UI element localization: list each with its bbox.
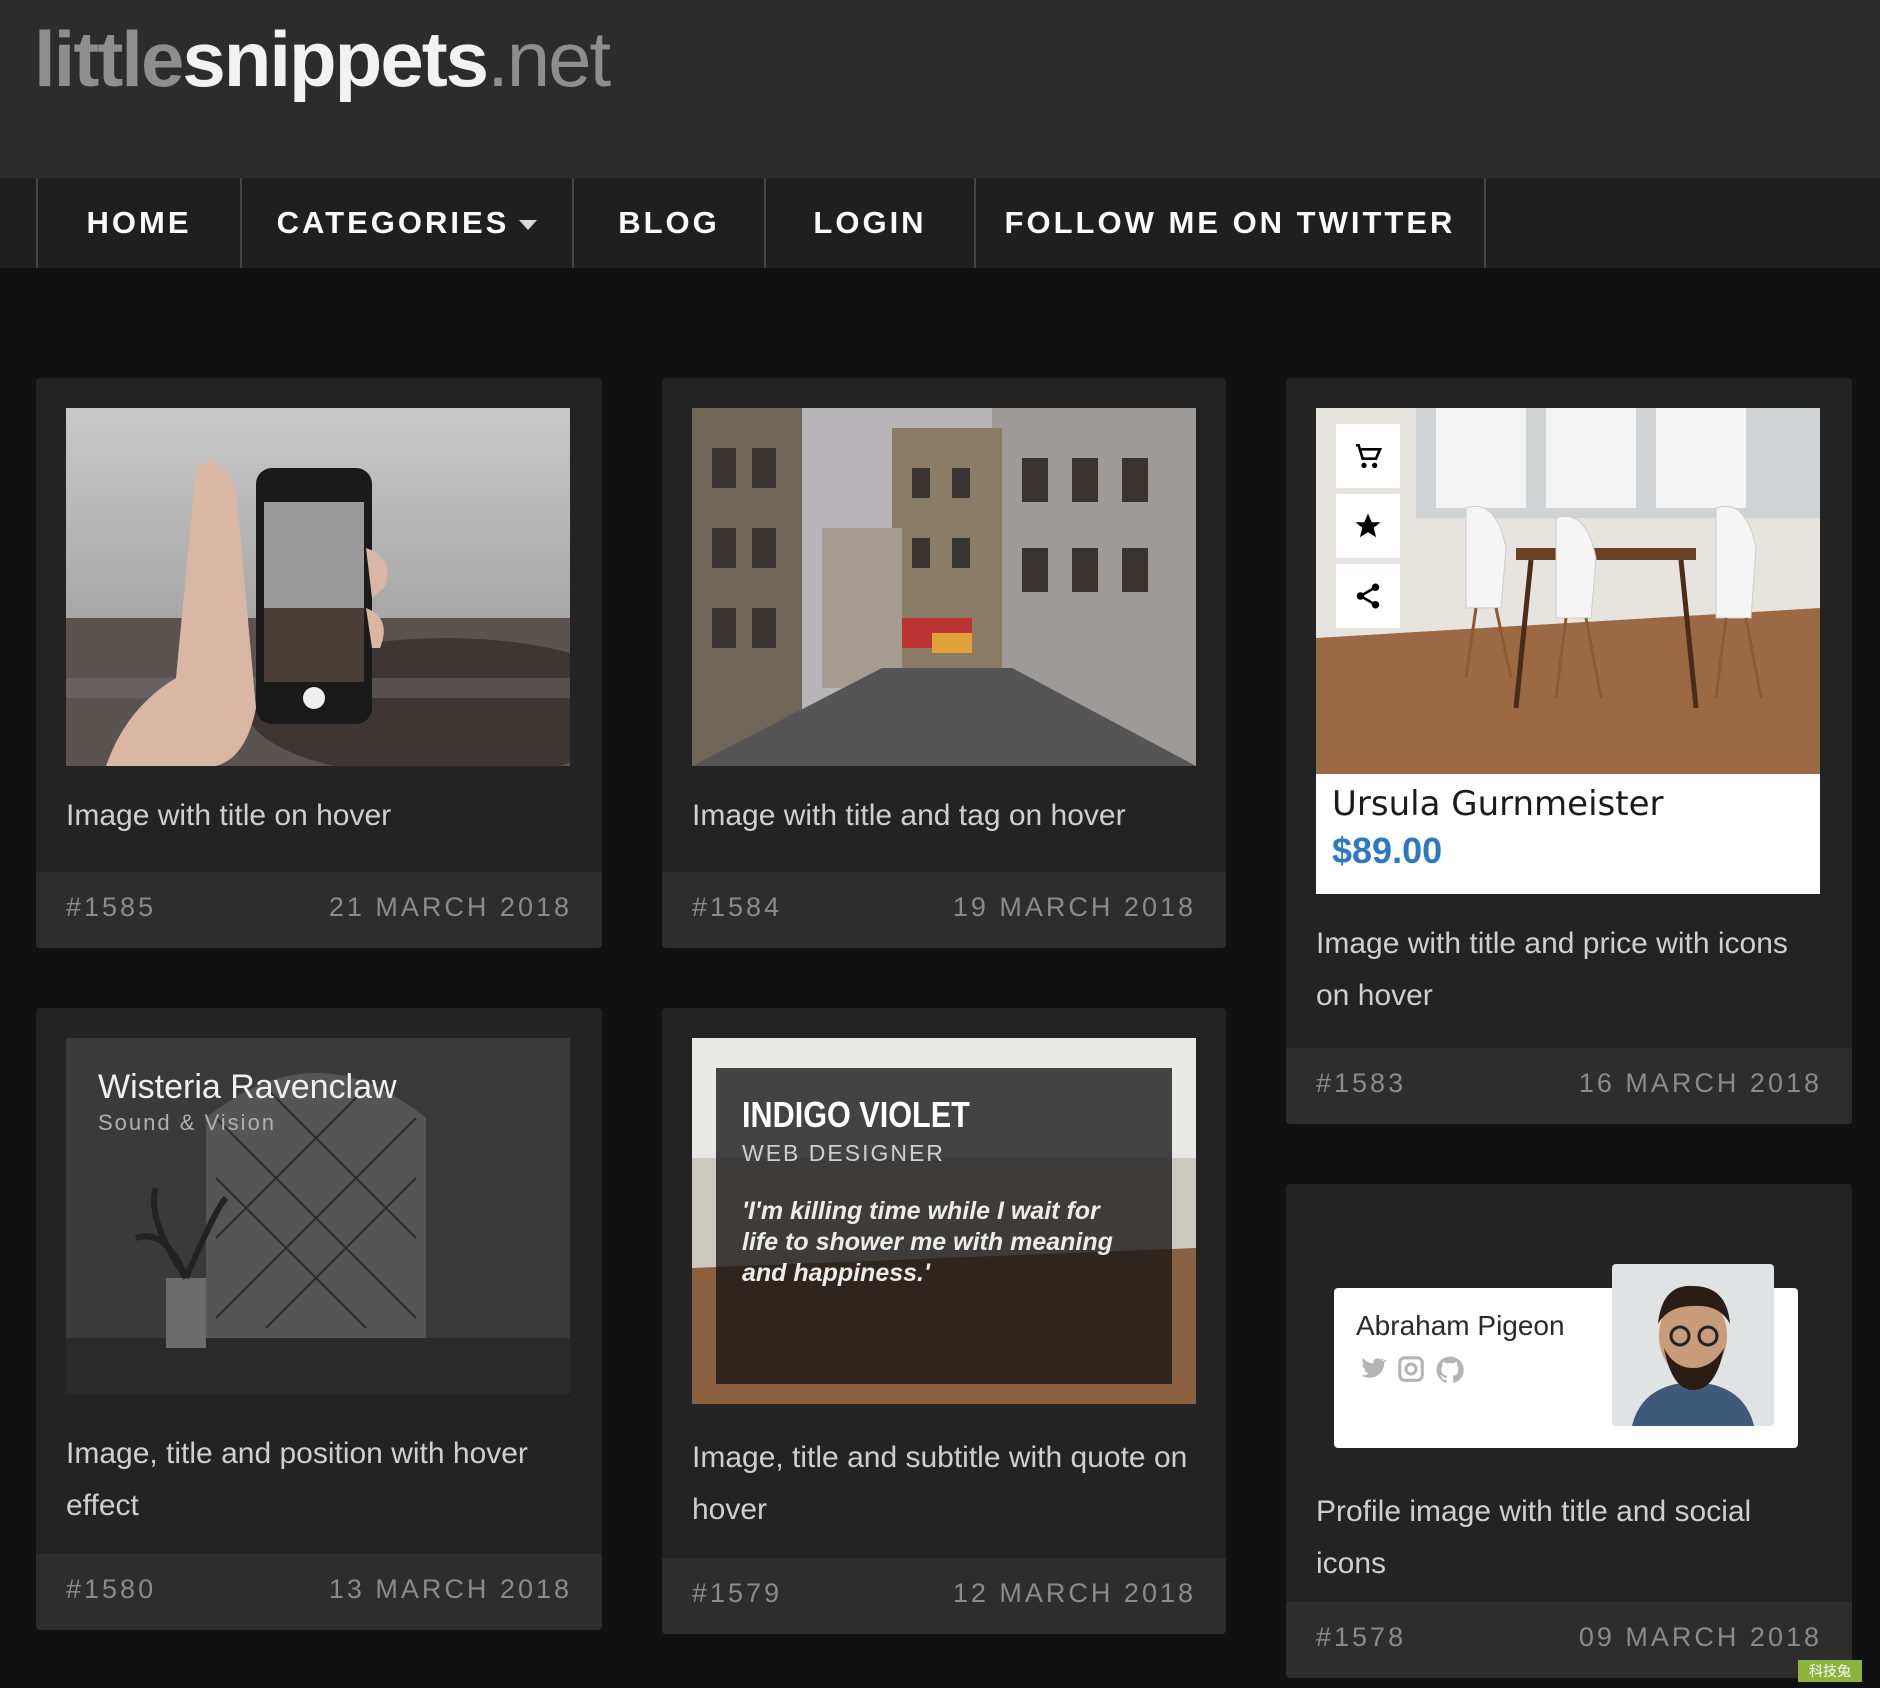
nav-home[interactable]: HOME — [36, 178, 240, 268]
card-date: 16 MARCH 2018 — [1578, 1068, 1822, 1098]
card-number: #1580 — [66, 1574, 157, 1604]
site-header: littlesnippets.net — [0, 0, 1880, 178]
star-icon[interactable] — [1336, 494, 1400, 558]
card-number: #1583 — [1316, 1068, 1407, 1098]
watermark-badge: 科技兔 — [1798, 1660, 1862, 1682]
nav-categories[interactable]: CATEGORIES — [240, 178, 572, 268]
card-image[interactable]: Abraham Pigeon — [1316, 1214, 1820, 1484]
card-footer: #1584 19 MARCH 2018 — [662, 872, 1226, 948]
card-date: 21 MARCH 2018 — [328, 892, 572, 922]
logo-text-net: .net — [487, 15, 611, 103]
nav-home-label: HOME — [86, 205, 192, 240]
main-nav: HOME CATEGORIES BLOG LOGIN FOLLOW ME ON … — [0, 178, 1880, 268]
price-panel: Ursula Gurnmeister $89.00 — [1316, 774, 1820, 894]
snippet-card-1584[interactable]: Image with title and tag on hover #1584 … — [662, 378, 1226, 948]
nav-login[interactable]: LOGIN — [764, 178, 974, 268]
card-footer: #1580 13 MARCH 2018 — [36, 1554, 602, 1630]
card-footer: #1578 09 MARCH 2018 — [1286, 1602, 1852, 1678]
card-footer: #1583 16 MARCH 2018 — [1286, 1048, 1852, 1124]
card-footer: #1579 12 MARCH 2018 — [662, 1558, 1226, 1634]
snippet-card-1580[interactable]: Wisteria Ravenclaw Sound & Vision Image,… — [36, 1008, 602, 1630]
card-image[interactable] — [692, 408, 1196, 766]
nav-blog[interactable]: BLOG — [572, 178, 764, 268]
card-title[interactable]: Image with title and tag on hover — [692, 790, 1202, 842]
instagram-icon[interactable] — [1396, 1354, 1426, 1384]
card-date: 09 MARCH 2018 — [1578, 1622, 1822, 1652]
card-date: 19 MARCH 2018 — [952, 892, 1196, 922]
snippet-card-1583[interactable]: Ursula Gurnmeister $89.00 Image with tit… — [1286, 378, 1852, 1124]
profile-name: Abraham Pigeon — [1356, 1310, 1565, 1341]
snippet-card-1578[interactable]: Abraham Pigeon Profile image with title … — [1286, 1184, 1852, 1678]
card-date: 13 MARCH 2018 — [328, 1574, 572, 1604]
product-name: Ursula Gurnmeister — [1332, 784, 1664, 824]
nav-follow-twitter-label: FOLLOW ME ON TWITTER — [1004, 205, 1456, 240]
product-price: $89.00 — [1332, 830, 1443, 871]
preview-subtitle: Sound & Vision — [98, 1110, 277, 1135]
card-title[interactable]: Image, title and position with hover eff… — [66, 1428, 576, 1532]
nav-follow-twitter[interactable]: FOLLOW ME ON TWITTER — [974, 178, 1486, 268]
logo-text-snippets: snippets — [182, 15, 489, 103]
profile-avatar — [1612, 1264, 1774, 1426]
twitter-icon[interactable] — [1356, 1354, 1388, 1384]
snippet-card-1579[interactable]: INDIGO VIOLET WEB DESIGNER 'I'm killing … — [662, 1008, 1226, 1634]
preview-name: INDIGO VIOLET — [742, 1094, 970, 1135]
nav-blog-label: BLOG — [618, 205, 720, 240]
site-logo[interactable]: littlesnippets.net — [34, 14, 611, 104]
logo-text-little: little — [34, 15, 184, 103]
card-title[interactable]: Image with title and price with icons on… — [1316, 918, 1826, 1022]
card-title[interactable]: Profile image with title and social icon… — [1316, 1486, 1826, 1590]
preview-role: WEB DESIGNER — [742, 1140, 945, 1166]
card-image[interactable]: Ursula Gurnmeister $89.00 — [1316, 408, 1820, 894]
snippet-card-1585[interactable]: Image with title on hover #1585 21 MARCH… — [36, 378, 602, 948]
github-icon[interactable] — [1434, 1354, 1466, 1386]
card-image[interactable] — [66, 408, 570, 766]
cart-icon[interactable] — [1336, 424, 1400, 488]
card-image[interactable]: Wisteria Ravenclaw Sound & Vision — [66, 1038, 570, 1394]
card-number: #1579 — [692, 1578, 783, 1608]
city-street-image — [692, 408, 1196, 766]
card-number: #1578 — [1316, 1622, 1407, 1652]
card-date: 12 MARCH 2018 — [952, 1578, 1196, 1608]
preview-quote: 'I'm killing time while I wait for life … — [742, 1197, 1113, 1287]
share-icon[interactable] — [1336, 564, 1400, 628]
social-icons — [1356, 1354, 1466, 1386]
card-number: #1584 — [692, 892, 783, 922]
card-image[interactable]: INDIGO VIOLET WEB DESIGNER 'I'm killing … — [692, 1038, 1196, 1404]
phone-photo-image — [66, 408, 570, 766]
card-number: #1585 — [66, 892, 157, 922]
card-footer: #1585 21 MARCH 2018 — [36, 872, 602, 948]
nav-login-label: LOGIN — [813, 205, 927, 240]
card-title[interactable]: Image, title and subtitle with quote on … — [692, 1432, 1202, 1536]
nav-categories-label: CATEGORIES — [276, 205, 510, 240]
quote-overlay: INDIGO VIOLET WEB DESIGNER 'I'm killing … — [716, 1068, 1172, 1384]
chevron-down-icon — [519, 220, 538, 230]
preview-name: Wisteria Ravenclaw — [98, 1068, 397, 1106]
card-title[interactable]: Image with title on hover — [66, 790, 576, 842]
